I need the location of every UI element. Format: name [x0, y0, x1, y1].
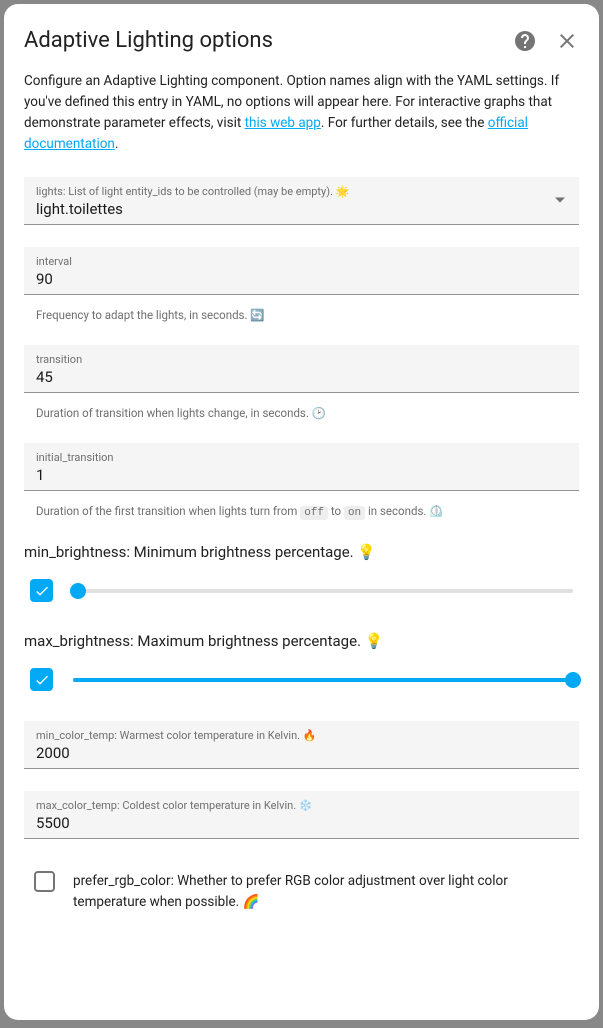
lights-label: lights: List of light entity_ids to be c… — [36, 185, 567, 198]
intro-suffix: . — [115, 136, 119, 152]
slider-fill — [73, 678, 573, 682]
dialog-header: Adaptive Lighting options — [24, 28, 579, 53]
transition-value: 45 — [36, 368, 567, 386]
max-brightness-slider[interactable] — [73, 670, 573, 690]
it-helper-to: to — [328, 504, 344, 518]
it-helper-prefix: Duration of the first transition when li… — [36, 504, 300, 518]
prefer-rgb-color-row: prefer_rgb_color: Whether to prefer RGB … — [24, 871, 579, 912]
max-color-temp-value: 5500 — [36, 814, 567, 832]
max-color-temp-label: max_color_temp: Coldest color temperatur… — [36, 799, 567, 812]
header-actions — [513, 29, 579, 53]
help-icon[interactable] — [513, 29, 537, 53]
transition-label: transition — [36, 353, 567, 366]
transition-helper: Duration of transition when lights chang… — [36, 405, 579, 421]
close-icon[interactable] — [555, 29, 579, 53]
lights-value: light.toilettes — [36, 200, 567, 218]
prefer-rgb-color-label: prefer_rgb_color: Whether to prefer RGB … — [73, 871, 569, 912]
initial-transition-label: initial_transition — [36, 451, 567, 464]
slider-track — [73, 589, 573, 593]
min-brightness-checkbox[interactable] — [30, 579, 53, 602]
dialog-title: Adaptive Lighting options — [24, 28, 273, 53]
max-color-temp-field[interactable]: max_color_temp: Coldest color temperatur… — [24, 791, 579, 839]
max-brightness-checkbox[interactable] — [30, 668, 53, 691]
lights-select[interactable]: lights: List of light entity_ids to be c… — [24, 177, 579, 225]
min-brightness-heading: min_brightness: Minimum brightness perce… — [24, 543, 579, 561]
it-helper-suffix: in seconds. ⏲️ — [365, 504, 443, 518]
min-brightness-slider[interactable] — [73, 581, 573, 601]
initial-transition-field[interactable]: initial_transition 1 — [24, 443, 579, 491]
slider-thumb[interactable] — [565, 672, 581, 688]
transition-field[interactable]: transition 45 — [24, 345, 579, 393]
it-helper-off: off — [300, 506, 328, 520]
max-brightness-heading: max_brightness: Maximum brightness perce… — [24, 632, 579, 650]
slider-thumb[interactable] — [70, 583, 86, 599]
chevron-down-icon — [555, 198, 565, 203]
initial-transition-value: 1 — [36, 466, 567, 484]
initial-transition-helper: Duration of the first transition when li… — [36, 503, 579, 521]
intro-text: Configure an Adaptive Lighting component… — [24, 71, 579, 155]
interval-field[interactable]: interval 90 — [24, 247, 579, 295]
it-helper-on: on — [344, 506, 365, 520]
min-color-temp-label: min_color_temp: Warmest color temperatur… — [36, 729, 567, 742]
interval-label: interval — [36, 255, 567, 268]
web-app-link[interactable]: this web app — [245, 115, 321, 131]
interval-helper: Frequency to adapt the lights, in second… — [36, 307, 579, 323]
min-color-temp-value: 2000 — [36, 744, 567, 762]
min-brightness-row — [24, 579, 579, 602]
max-brightness-row — [24, 668, 579, 691]
intro-mid: . For further details, see the — [321, 115, 488, 131]
min-color-temp-field[interactable]: min_color_temp: Warmest color temperatur… — [24, 721, 579, 769]
prefer-rgb-color-checkbox[interactable] — [34, 871, 55, 892]
interval-value: 90 — [36, 270, 567, 288]
adaptive-lighting-options-dialog: Adaptive Lighting options Configure an A… — [4, 4, 599, 1020]
